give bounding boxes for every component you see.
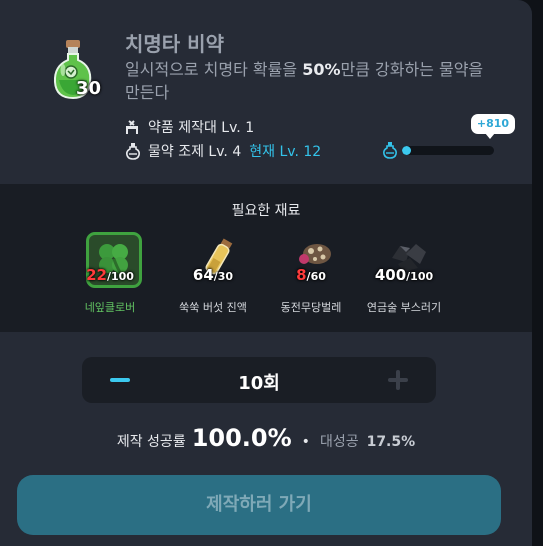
skill-exp-progress <box>381 141 496 159</box>
great-success-label: 대성공 <box>319 434 359 450</box>
material-have: 8 <box>296 266 307 284</box>
material-name: 연금술 부스러기 <box>366 301 442 314</box>
desc-highlight: 50% <box>302 60 341 79</box>
material-need: /100 <box>106 270 134 283</box>
material-count: 22/100 <box>55 266 165 284</box>
go-craft-button[interactable]: 제작하러 가기 <box>17 475 501 535</box>
material-count: 64/30 <box>158 266 268 284</box>
required-skill: 물약 조제 Lv. 4 현재 Lv. 12 <box>124 141 321 161</box>
material-need: /100 <box>406 270 434 283</box>
quantity-value: 10회 <box>238 373 280 394</box>
exp-bar-track <box>402 146 494 155</box>
material-have: 22 <box>86 266 107 284</box>
crafting-panel: 30 치명타 비약 일시적으로 치명타 확률을 50%만큼 강화하는 물약을 만… <box>0 0 532 546</box>
separator-dot: • <box>301 434 310 450</box>
quantity-stepper: 10회 <box>82 357 436 403</box>
required-station: 약품 제작대 Lv. 1 <box>124 117 254 137</box>
desc-text: 일시적으로 치명타 확률을 <box>125 60 303 79</box>
workbench-icon <box>124 118 142 136</box>
success-rate-label: 제작 성공률 <box>116 434 186 450</box>
plus-icon-vertical <box>396 370 400 390</box>
success-rate-value: 100.0% <box>191 424 292 452</box>
material-count: 400/100 <box>349 266 459 284</box>
exp-gain-badge: +810 <box>471 114 515 139</box>
material-need: /30 <box>213 270 234 283</box>
material-need: /60 <box>306 270 326 283</box>
potion-skill-icon <box>124 142 142 160</box>
success-rate-row: 제작 성공률 100.0% • 대성공 17.5% <box>0 424 532 452</box>
exp-bar-fill <box>402 146 412 155</box>
material-have: 64 <box>192 266 214 284</box>
great-success-value: 17.5% <box>366 434 416 450</box>
skill-label: 물약 조제 Lv. 4 <box>148 144 242 160</box>
material-have: 400 <box>374 266 407 284</box>
station-label: 약품 제작대 Lv. 1 <box>148 120 255 136</box>
potion-exp-icon <box>381 141 399 159</box>
item-description: 일시적으로 치명타 확률을 50%만큼 강화하는 물약을 만든다 <box>125 58 495 104</box>
item-title: 치명타 비약 <box>125 32 224 56</box>
materials-title: 필요한 재료 <box>231 203 301 219</box>
material-alchemy-scrap[interactable]: 400/100 연금술 부스러기 <box>349 232 459 322</box>
current-level: 현재 Lv. 12 <box>249 144 322 160</box>
materials-section: 필요한 재료 22/100 네잎클로버 64/30 쑥쑥 버섯 진액 8/60 … <box>0 184 532 332</box>
item-quantity: 30 <box>76 78 102 99</box>
